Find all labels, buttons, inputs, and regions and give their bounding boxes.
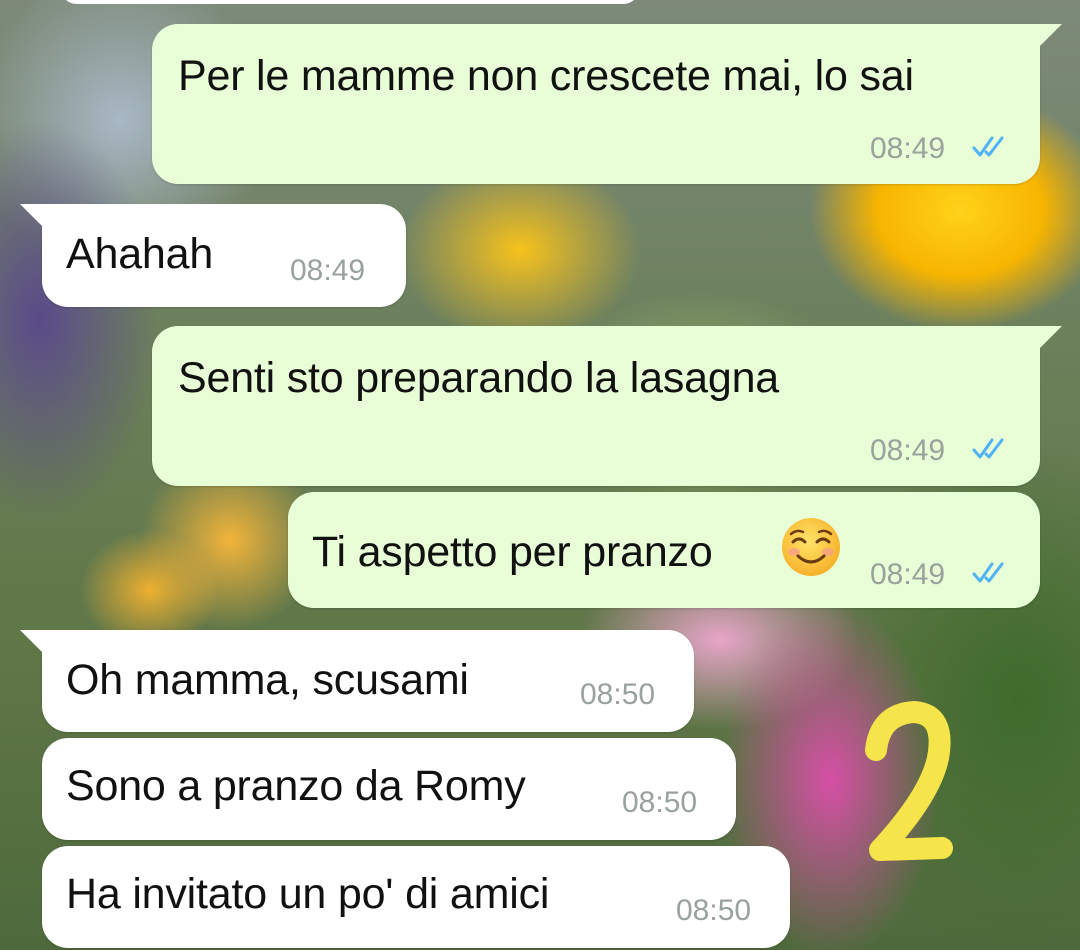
bubble-tail <box>1040 24 1062 46</box>
message-bubble-outgoing[interactable]: Senti sto preparando la lasagna 08:49 <box>152 326 1062 486</box>
message-time: 08:49 <box>870 132 946 165</box>
message-bubble-outgoing[interactable]: Ti aspetto per pranzo 08:49 <box>288 492 1040 608</box>
bubble-tail <box>1040 326 1062 348</box>
message-text: Ahahah <box>66 230 214 278</box>
message-text: Ti aspetto per pranzo <box>312 528 713 576</box>
message-time: 08:50 <box>580 678 656 711</box>
message-text: Senti sto preparando la lasagna <box>178 354 780 402</box>
message-bubble-incoming[interactable]: Ha invitato un po' di amici 08:50 <box>42 846 790 948</box>
message-bubble-incoming[interactable]: Sono a pranzo da Romy 08:50 <box>42 738 736 840</box>
message-time: 08:49 <box>870 558 946 591</box>
message-bubble-outgoing[interactable]: Per le mamme non crescete mai, lo sai 08… <box>152 24 1062 184</box>
message-text: Ha invitato un po' di amici <box>66 870 550 918</box>
message-time: 08:49 <box>290 254 366 287</box>
read-receipt-icon <box>972 562 1004 583</box>
message-text: Sono a pranzo da Romy <box>66 762 526 810</box>
handwritten-number-annotation <box>865 701 953 861</box>
smiling-face-icon <box>782 518 840 576</box>
message-time: 08:50 <box>676 894 752 927</box>
message-time: 08:49 <box>870 434 946 467</box>
bubble-tail <box>20 630 42 652</box>
message-bubble-incoming[interactable]: Ahahah 08:49 <box>20 204 406 307</box>
read-receipt-icon <box>972 136 1004 157</box>
message-time: 08:50 <box>622 786 698 819</box>
message-text: Oh mamma, scusami <box>66 656 469 704</box>
message-text: Per le mamme non crescete mai, lo sai <box>178 52 914 100</box>
message-bubble-incoming[interactable]: Oh mamma, scusami 08:50 <box>20 630 694 732</box>
previous-message-bubble-edge[interactable] <box>60 0 640 4</box>
bubble-tail <box>20 204 42 226</box>
read-receipt-icon <box>972 438 1004 459</box>
